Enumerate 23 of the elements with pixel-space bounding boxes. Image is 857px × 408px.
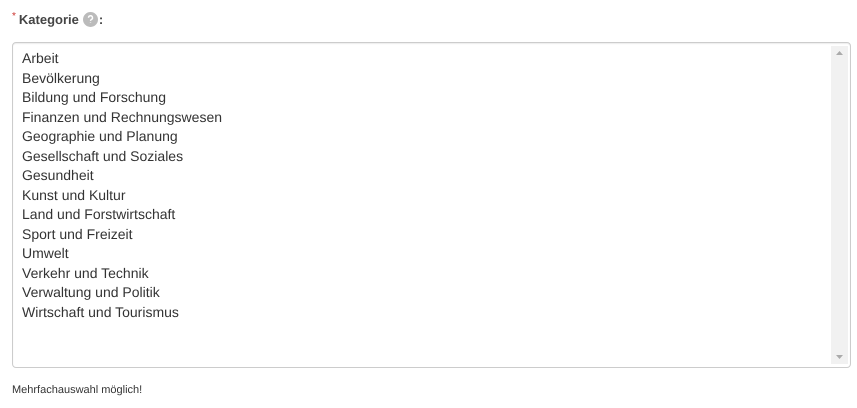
list-option[interactable]: Gesundheit — [21, 166, 831, 186]
list-option[interactable]: Bildung und Forschung — [21, 88, 831, 108]
help-icon[interactable] — [82, 12, 98, 26]
list-option[interactable]: Finanzen und Rechnungswesen — [21, 108, 831, 127]
category-listbox[interactable] — [12, 42, 851, 368]
required-mark: * — [12, 11, 16, 22]
scroll-up-icon[interactable] — [836, 51, 843, 55]
scrollbar[interactable] — [831, 46, 848, 364]
list-option[interactable]: Kunst und Kultur — [21, 186, 831, 205]
list-option[interactable]: Verwaltung und Politik — [21, 283, 831, 302]
list-option[interactable]: Bevölkerung — [21, 68, 831, 88]
list-option[interactable]: Wirtschaft und Tourismus — [21, 302, 831, 322]
list-option[interactable]: Geographie und Planung — [21, 127, 831, 146]
list-option[interactable]: Sport und Freizeit — [21, 224, 831, 244]
field-label: Kategorie — [18, 12, 79, 26]
list-option[interactable]: Land und Forstwirtschaft — [21, 205, 831, 224]
list-option[interactable]: Umwelt — [21, 244, 831, 264]
hint-text: Mehrfachauswahl möglich! — [12, 384, 144, 396]
list-option[interactable]: Arbeit — [21, 49, 831, 68]
label-colon: : — [98, 12, 104, 26]
list-option[interactable]: Gesellschaft und Soziales — [21, 146, 831, 166]
scroll-down-icon[interactable] — [836, 355, 843, 359]
list-option[interactable]: Verkehr und Technik — [21, 264, 831, 283]
